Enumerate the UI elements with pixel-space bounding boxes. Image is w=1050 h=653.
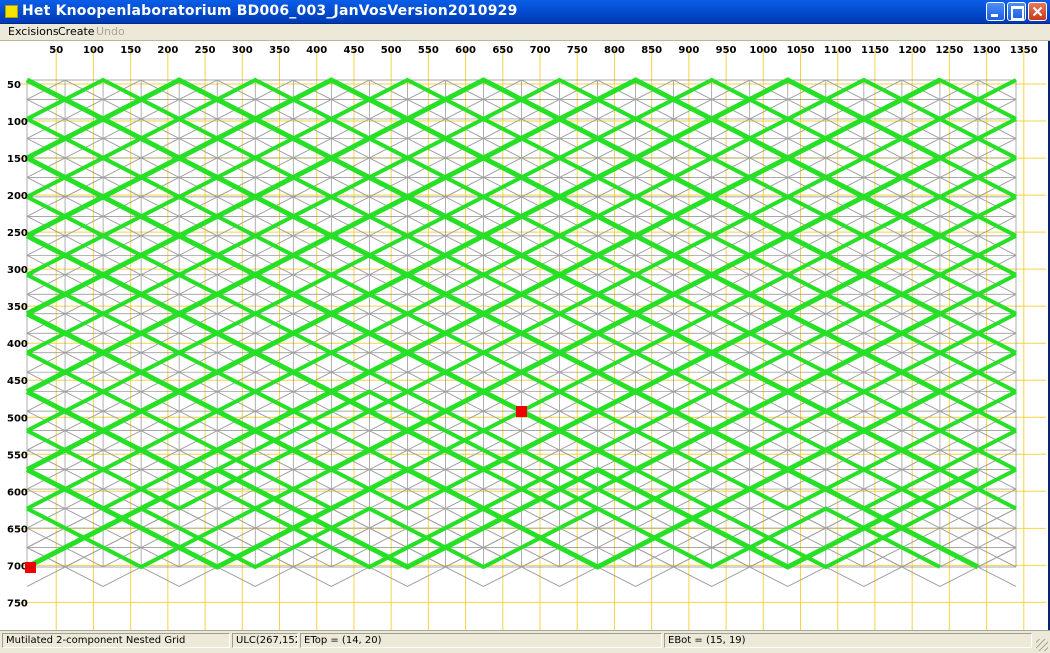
x-tick-label: 750 (567, 45, 588, 56)
x-tick-label: 1150 (861, 45, 889, 56)
status-bar: Mutilated 2-component Nested Grid ULC(26… (0, 630, 1050, 653)
y-tick-label: 50 (7, 80, 21, 91)
x-tick-label: 1250 (935, 45, 963, 56)
x-tick-label: 550 (418, 45, 439, 56)
x-tick-label: 450 (343, 45, 364, 56)
x-tick-label: 1050 (787, 45, 815, 56)
x-tick-label: 100 (83, 45, 104, 56)
x-tick-label: 650 (492, 45, 513, 56)
x-tick-label: 250 (195, 45, 216, 56)
x-tick-label: 50 (49, 45, 63, 56)
close-button[interactable] (1028, 2, 1047, 21)
app-icon (5, 5, 18, 18)
nested-grid-drawing[interactable]: 50 100 150 200 250 300 350 400 450 500 550 600 650 70… (0, 41, 1048, 630)
y-tick-label: 500 (7, 413, 28, 424)
application-window: Het Knoopenlaboratorium BD006_003_JanVos… (0, 0, 1050, 653)
x-tick-label: 1350 (1010, 45, 1038, 56)
drawing-canvas[interactable]: 50 100 150 200 250 300 350 400 450 500 550 600 650 70… (0, 41, 1050, 630)
y-ruler: 50 100 150 200 250 300 350 400 450 500 550 600 650 70… (7, 80, 28, 609)
y-tick-label: 250 (7, 228, 28, 239)
maximize-icon (1011, 6, 1024, 20)
y-tick-label: 400 (7, 339, 28, 350)
x-tick-label: 1300 (973, 45, 1001, 56)
status-description: Mutilated 2-component Nested Grid (2, 633, 230, 648)
x-tick-label: 850 (641, 45, 662, 56)
y-tick-label: 200 (7, 191, 28, 202)
menu-undo: Undo (96, 25, 125, 38)
x-tick-label: 350 (269, 45, 290, 56)
maximize-button[interactable] (1007, 2, 1026, 21)
selection-marker-corner[interactable] (25, 562, 36, 573)
menu-bar: Excisions Create Undo (0, 24, 1050, 41)
x-tick-label: 1100 (824, 45, 852, 56)
status-etop: ETop = (14, 20) (300, 633, 662, 648)
x-tick-label: 300 (232, 45, 253, 56)
y-tick-label: 600 (7, 487, 28, 498)
x-tick-label: 700 (530, 45, 551, 56)
y-tick-label: 300 (7, 265, 28, 276)
minimize-icon (991, 14, 998, 17)
x-tick-label: 900 (678, 45, 699, 56)
y-tick-label: 150 (7, 154, 28, 165)
selection-marker-center[interactable] (516, 406, 527, 417)
x-tick-label: 400 (306, 45, 327, 56)
y-tick-label: 550 (7, 450, 28, 461)
status-ebot: EBot = (15, 19) (664, 633, 1032, 648)
menu-excisions[interactable]: Excisions (8, 25, 59, 38)
x-tick-label: 800 (604, 45, 625, 56)
x-tick-label: 600 (455, 45, 476, 56)
status-ulc: ULC(267,152) (232, 633, 298, 648)
y-tick-label: 700 (7, 561, 28, 572)
x-tick-label: 950 (716, 45, 737, 56)
x-tick-label: 500 (381, 45, 402, 56)
x-tick-label: 200 (157, 45, 178, 56)
y-tick-label: 750 (7, 598, 28, 609)
y-tick-label: 450 (7, 376, 28, 387)
x-tick-label: 1000 (749, 45, 777, 56)
x-tick-label: 150 (120, 45, 141, 56)
title-bar[interactable]: Het Knoopenlaboratorium BD006_003_JanVos… (0, 0, 1050, 24)
x-ruler: 50 100 150 200 250 300 350 400 450 500 550 600 650 70… (49, 45, 1038, 56)
menu-create[interactable]: Create (58, 25, 95, 38)
x-tick-label: 1200 (898, 45, 926, 56)
y-tick-label: 650 (7, 524, 28, 535)
window-title: Het Knoopenlaboratorium BD006_003_JanVos… (22, 3, 518, 19)
resize-grip[interactable] (1036, 639, 1048, 651)
cell-grid-lines (26, 79, 1017, 568)
close-icon (1032, 6, 1043, 17)
y-tick-label: 100 (7, 117, 28, 128)
minimize-button[interactable] (986, 2, 1005, 21)
y-tick-label: 350 (7, 302, 28, 313)
